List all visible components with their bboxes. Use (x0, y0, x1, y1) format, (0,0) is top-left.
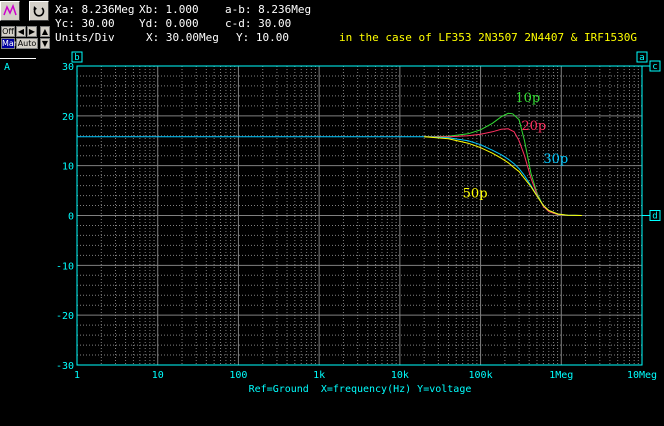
series-line-20p (424, 128, 582, 216)
cursor-marker-d[interactable]: d (642, 210, 661, 222)
series-line-50p (424, 136, 582, 216)
y-tick-label: 30 (62, 62, 74, 73)
x-tick-label: 100 (229, 370, 247, 381)
x-tick-label: 10k (391, 370, 409, 381)
plot-series (77, 112, 582, 216)
x-tick-label: 1k (313, 370, 325, 381)
cursor-marker-b[interactable]: b (71, 51, 83, 63)
series-label-10p: 10p (515, 91, 540, 106)
cursor-label: b (74, 53, 79, 63)
y-tick-label: 10 (62, 162, 74, 173)
x-tick-label: 10 (152, 370, 164, 381)
x-tick-label: 1 (74, 370, 80, 381)
y-tick-label: -10 (56, 261, 74, 272)
x-tick-label: 100k (469, 370, 493, 381)
y-tick-label: -20 (56, 311, 74, 322)
series-label-50p: 50p (463, 187, 488, 202)
plot-grid (76, 65, 642, 366)
cursor-label: c (652, 62, 657, 72)
series-label-30p: 30p (543, 152, 568, 167)
bode-plot[interactable]: 1 10 100 1k 10k 100k 1Meg 10Meg3020100-10-20-30… (0, 0, 664, 426)
cursor-label: a (639, 53, 644, 63)
x-tick-label: 10Meg (627, 370, 657, 381)
cursor-label: d (652, 212, 657, 222)
y-tick-label: 0 (68, 212, 74, 223)
tick-labels: 1 10 100 1k 10k 100k 1Meg 10Meg3020100-10-20-30 (56, 62, 657, 381)
y-tick-label: -30 (56, 361, 74, 372)
x-tick-label: 1Meg (549, 370, 573, 381)
cursor-marker-a[interactable]: a (636, 51, 648, 63)
series-label-20p: 20p (521, 119, 546, 134)
y-tick-label: 20 (62, 112, 74, 123)
x-axis-label: Ref=Ground X=frequency(Hz) Y=voltage (249, 384, 472, 395)
series-line-30p (424, 136, 582, 216)
